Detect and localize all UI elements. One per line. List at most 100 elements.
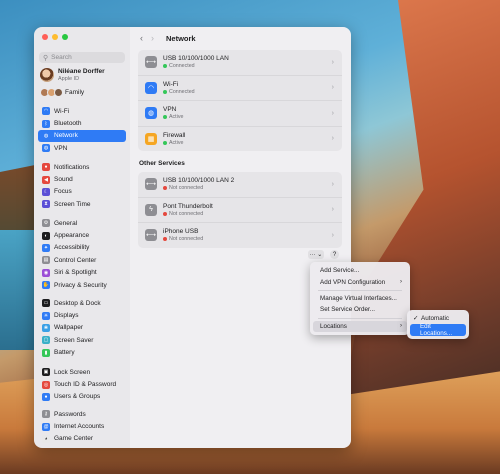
- sidebar-item-label: Wi-Fi: [54, 107, 70, 115]
- fingerprint-icon: ◎: [42, 380, 50, 389]
- service-status: Not connected: [163, 211, 213, 217]
- menu-item-add-service[interactable]: Add Service...: [313, 265, 407, 276]
- sidebar-item-general[interactable]: ⚙ General: [38, 217, 126, 229]
- service-title: VPN: [163, 106, 177, 114]
- other-services-list: ⟷ USB 10/100/1000 LAN 2 Not connected › ϟ Pon…: [138, 172, 342, 248]
- globe-icon: ◍: [145, 107, 157, 120]
- service-status-label: Not connected: [169, 210, 204, 217]
- siri-icon: ◉: [42, 268, 50, 277]
- service-title: iPhone USB: [163, 228, 199, 236]
- status-dot-icon: [163, 237, 167, 242]
- help-button[interactable]: ?: [330, 250, 339, 259]
- chevron-right-icon: ›: [331, 58, 334, 66]
- service-row[interactable]: ◍ VPN Active ›: [138, 100, 342, 126]
- sidebar-item-battery[interactable]: ▮ Battery: [38, 347, 126, 359]
- gear-icon: ⚙: [42, 219, 50, 228]
- sidebar-item-label: Network: [54, 132, 78, 140]
- sidebar-item-privacy-security[interactable]: ✋ Privacy & Security: [38, 279, 126, 291]
- battery-icon: ▮: [42, 348, 50, 357]
- network-pane: ‹ › Network ⟷ USB 10/100/1000 LAN Connecte…: [130, 27, 351, 448]
- chevron-right-icon: ›: [331, 180, 334, 188]
- sidebar-item-label: Bluetooth: [54, 120, 82, 128]
- sidebar-item-label: Sound: [54, 176, 73, 184]
- sidebar-item-passwords[interactable]: ⚷ Passwords: [38, 408, 126, 420]
- family-label: Family: [65, 89, 85, 96]
- chevron-right-icon: ›: [331, 109, 334, 117]
- sidebar-item-family[interactable]: Family: [40, 88, 84, 97]
- sidebar-group: ⚙ General ◐ Appearance ✦ Accessibility ▤ Contro…: [38, 217, 126, 291]
- sidebar-group: ▣ Lock Screen ◎ Touch ID & Password ● Users &…: [38, 366, 126, 403]
- status-dot-icon: [163, 140, 167, 145]
- zoom-button[interactable]: [62, 34, 68, 40]
- hourglass-icon: ⧗: [42, 200, 50, 209]
- sidebar-item-label: Accessibility: [54, 244, 90, 252]
- sidebar-item-label: Screen Saver: [54, 336, 94, 344]
- sidebar-item-label: General: [54, 219, 78, 227]
- display-icon: ☀: [42, 311, 50, 320]
- sidebar-item-users-groups[interactable]: ● Users & Groups: [38, 391, 126, 403]
- status-dot-icon: [163, 64, 167, 69]
- sidebar-item-control-center[interactable]: ▤ Control Center: [38, 254, 126, 266]
- wallpaper-icon: ❀: [42, 323, 50, 332]
- sidebar-item-lock-screen[interactable]: ▣ Lock Screen: [38, 366, 126, 378]
- at-icon: @: [42, 422, 50, 431]
- search-input[interactable]: ⚲ Search: [39, 52, 125, 63]
- sidebar-item-label: Privacy & Security: [54, 281, 107, 289]
- sidebar-item-wallpaper[interactable]: ❀ Wallpaper: [38, 322, 126, 334]
- sidebar-item-label: Displays: [54, 312, 79, 320]
- menu-item-set-service-order[interactable]: Set Service Order...: [313, 304, 407, 315]
- sidebar-item-appearance[interactable]: ◐ Appearance: [38, 229, 126, 241]
- sidebar-item-displays[interactable]: ☀ Displays: [38, 309, 126, 321]
- ethernet-icon: ⟷: [145, 178, 157, 191]
- menu-item-locations[interactable]: Locations ›: [313, 320, 407, 332]
- service-status-label: Not connected: [169, 236, 204, 243]
- menu-item-manage-virtual-interfaces[interactable]: Manage Virtual Interfaces...: [313, 293, 407, 304]
- more-actions-button[interactable]: ··· ⌄: [308, 250, 324, 259]
- sidebar-item-bluetooth[interactable]: ᛒ Bluetooth: [38, 117, 126, 129]
- apple-id-profile[interactable]: Niléane Dorffer Apple ID: [40, 68, 105, 82]
- back-button[interactable]: ‹: [140, 33, 143, 43]
- service-row[interactable]: ϟ Pont Thunderbolt Not connected ›: [138, 196, 342, 223]
- sidebar-item-screen-time[interactable]: ⧗ Screen Time: [38, 198, 126, 210]
- sidebar-item-sound[interactable]: ◀ Sound: [38, 173, 126, 185]
- service-row[interactable]: ⟷ USB 10/100/1000 LAN 2 Not connected ›: [138, 172, 342, 197]
- page-title: Network: [166, 33, 196, 43]
- service-title: Pont Thunderbolt: [163, 202, 213, 210]
- sidebar-item-focus[interactable]: ☾ Focus: [38, 186, 126, 198]
- chevron-right-icon: ›: [400, 323, 402, 330]
- menu-item-label: Add VPN Configuration: [320, 278, 386, 286]
- menu-item-add-vpn[interactable]: Add VPN Configuration ›: [313, 276, 407, 287]
- iphone-usb-icon: ⟷: [145, 229, 157, 242]
- menu-item-edit-locations[interactable]: Edit Locations...: [410, 323, 466, 337]
- sidebar-item-accessibility[interactable]: ✦ Accessibility: [38, 242, 126, 254]
- sidebar-item-label: Control Center: [54, 256, 97, 264]
- control-center-icon: ▤: [42, 256, 50, 265]
- sidebar-item-network[interactable]: ◍ Network: [38, 129, 126, 143]
- service-status: Connected: [163, 63, 229, 69]
- minimize-button[interactable]: [52, 34, 58, 40]
- sidebar-item-internet-accounts[interactable]: @ Internet Accounts: [38, 420, 126, 432]
- sidebar-item-label: Siri & Spotlight: [54, 269, 97, 277]
- sidebar-item-screen-saver[interactable]: ▢ Screen Saver: [38, 334, 126, 346]
- sidebar-item-game-center[interactable]: ◕ Game Center: [38, 433, 126, 445]
- sidebar-item-touch-id-password[interactable]: ◎ Touch ID & Password: [38, 378, 126, 390]
- service-row[interactable]: ▦ Firewall Active ›: [138, 125, 342, 152]
- sidebar-item-vpn[interactable]: ◍ VPN: [38, 142, 126, 154]
- sidebar-item-wi-fi[interactable]: ◠ Wi-Fi: [38, 105, 126, 117]
- globe-icon: ◍: [42, 131, 50, 140]
- sidebar-item-label: Wallpaper: [54, 324, 84, 332]
- service-row[interactable]: ⟷ USB 10/100/1000 LAN Connected ›: [138, 50, 342, 75]
- sidebar-item-desktop-dock[interactable]: ▭ Desktop & Dock: [38, 297, 126, 309]
- ethernet-icon: ⟷: [145, 56, 157, 69]
- lock-icon: ▣: [42, 368, 50, 377]
- wifi-icon: ◠: [145, 81, 157, 94]
- profile-name: Niléane Dorffer: [58, 68, 105, 76]
- close-button[interactable]: [42, 34, 48, 40]
- service-title: USB 10/100/1000 LAN 2: [163, 177, 235, 185]
- sidebar-item-siri-spotlight[interactable]: ◉ Siri & Spotlight: [38, 267, 126, 279]
- sidebar-item-notifications[interactable]: ● Notifications: [38, 161, 126, 173]
- service-row[interactable]: ⟷ iPhone USB Not connected ›: [138, 222, 342, 248]
- sidebar-item-label: Focus: [54, 188, 72, 196]
- service-row[interactable]: ◠ Wi-Fi Connected ›: [138, 74, 342, 101]
- forward-button[interactable]: ›: [151, 33, 154, 43]
